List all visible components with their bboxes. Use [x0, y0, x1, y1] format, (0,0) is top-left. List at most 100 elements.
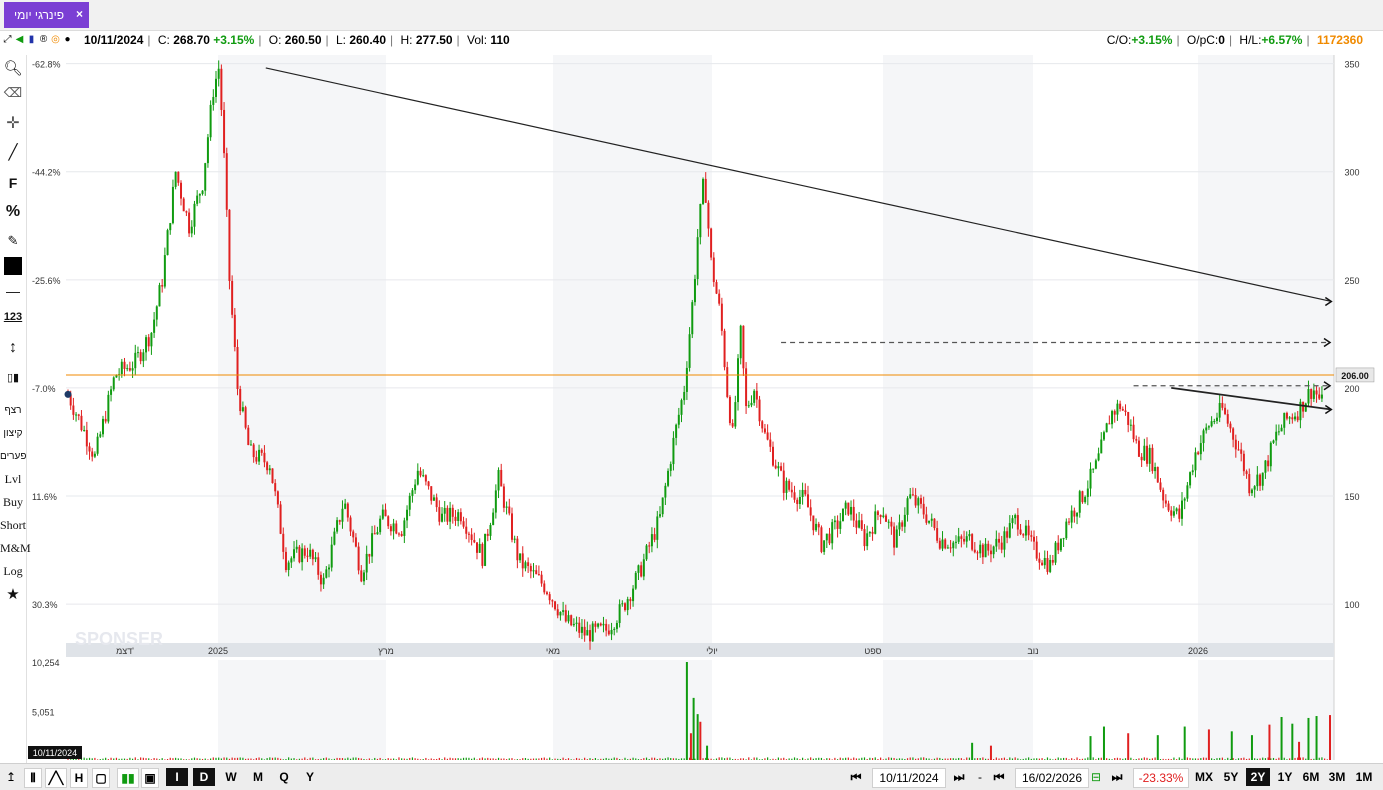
volume-bar: [352, 757, 354, 760]
interval-weekly[interactable]: W: [220, 768, 242, 786]
candle-body: [769, 439, 772, 447]
range-5y[interactable]: 5Y: [1219, 768, 1243, 786]
candle-body: [1253, 486, 1256, 490]
interval-intraday[interactable]: I: [166, 768, 188, 786]
volume-bar: [253, 759, 255, 760]
candle-body: [946, 547, 949, 549]
hollow-icon[interactable]: H: [70, 768, 88, 788]
volume-bar: [1202, 757, 1205, 760]
candle-body: [645, 545, 648, 560]
line-chart-icon[interactable]: ╱╲: [45, 768, 67, 788]
candle-body: [387, 516, 390, 527]
interval-yearly[interactable]: Y: [299, 768, 321, 786]
date-from-field[interactable]: 10/11/2024: [872, 768, 946, 788]
volume-bar: [228, 758, 231, 760]
range-2y[interactable]: 2Y: [1246, 768, 1270, 786]
candle-body: [529, 565, 532, 572]
volume-bar: [1283, 757, 1285, 760]
interval-quarterly[interactable]: Q: [273, 768, 295, 786]
colored-candles-icon[interactable]: ▮▮: [117, 768, 139, 788]
candle-body: [131, 368, 134, 371]
volume-bar: [355, 757, 357, 760]
volume-bar: [1011, 758, 1014, 760]
candle-body: [252, 444, 255, 458]
volume-bar: [643, 758, 645, 760]
volume-bar: [148, 758, 150, 760]
volume-bar: [204, 758, 206, 760]
candle-body: [1081, 491, 1084, 503]
volume-bar: [390, 758, 392, 760]
range-1y[interactable]: 1Y: [1273, 768, 1297, 786]
candle-body: [397, 533, 400, 535]
candle-body: [723, 330, 726, 368]
candle-body: [1000, 542, 1003, 550]
volume-bar: [874, 757, 876, 760]
range-max[interactable]: MX: [1192, 768, 1216, 786]
candle-body: [206, 137, 209, 164]
interval-monthly[interactable]: M: [247, 768, 269, 786]
volume-spike: [1089, 736, 1092, 760]
candle-body: [919, 498, 922, 504]
candle-body: [214, 78, 217, 97]
candle-body: [586, 630, 589, 636]
candle-body: [860, 520, 863, 530]
candle-body: [346, 503, 349, 518]
candle-body: [314, 557, 317, 560]
date-to-field[interactable]: 16/02/2026: [1015, 768, 1089, 788]
candle-body: [360, 570, 363, 582]
bars-icon[interactable]: ⫴: [24, 768, 42, 788]
volume-bar: [102, 758, 104, 760]
candle-body: [545, 592, 548, 595]
volume-bar: [1264, 758, 1267, 760]
range-1m[interactable]: 1M: [1351, 768, 1377, 786]
volume-bar: [543, 757, 545, 760]
candle-body: [954, 541, 957, 543]
volume-bar: [427, 759, 430, 760]
candle-body: [672, 437, 675, 465]
nav-first-button-2[interactable]: ⏮: [986, 768, 1012, 786]
volume-spike: [1230, 731, 1233, 760]
range-3m[interactable]: 3M: [1325, 768, 1349, 786]
volume-bar: [392, 758, 395, 760]
volume-bar: [285, 759, 287, 760]
interval-daily[interactable]: D: [193, 768, 215, 786]
candle-icon[interactable]: ▢: [92, 768, 110, 788]
volume-bar: [1003, 757, 1006, 760]
candle-body: [1137, 440, 1140, 457]
save-icon[interactable]: ▣: [141, 768, 159, 788]
volume-bar: [263, 759, 266, 760]
volume-bar: [764, 758, 766, 760]
volume-bar: [1213, 759, 1215, 760]
candle-body: [1310, 389, 1313, 399]
nav-last-button-2[interactable]: ⏭: [1104, 768, 1130, 786]
volume-bar: [713, 759, 715, 760]
candle-body: [1119, 403, 1122, 409]
candle-body: [648, 545, 651, 547]
lock-icon[interactable]: ⊟: [1090, 768, 1102, 786]
candle-body: [728, 396, 731, 424]
volume-bar: [379, 757, 381, 760]
crosshair-bottom-icon[interactable]: ↥: [2, 768, 20, 786]
volume-bar: [1305, 758, 1307, 760]
volume-bar: [1186, 757, 1188, 760]
volume-spike: [989, 745, 992, 760]
volume-bar: [1076, 757, 1078, 760]
volume-bar: [226, 757, 228, 760]
candle-body: [1164, 500, 1167, 504]
candle-body: [85, 429, 88, 447]
candle-body: [1307, 389, 1310, 404]
range-6m[interactable]: 6M: [1299, 768, 1323, 786]
price-chart[interactable]: 100 150 200 250 300 350 30.3% 11.6% -7.0% -25.6% -…: [0, 0, 1383, 763]
volume-bar: [1216, 758, 1218, 760]
volume-bar: [1044, 759, 1046, 760]
volume-bar: [1219, 757, 1221, 760]
candle-body: [871, 531, 874, 534]
nav-last-button[interactable]: ⏭: [946, 768, 972, 786]
nav-first-button[interactable]: ⏮: [843, 768, 869, 786]
candle-body: [667, 470, 670, 486]
volume-shade-band-1: [553, 660, 712, 760]
volume-bar: [1073, 759, 1075, 760]
volume-bar: [145, 758, 147, 760]
volume-bar: [506, 759, 508, 760]
candle-body: [298, 546, 301, 563]
